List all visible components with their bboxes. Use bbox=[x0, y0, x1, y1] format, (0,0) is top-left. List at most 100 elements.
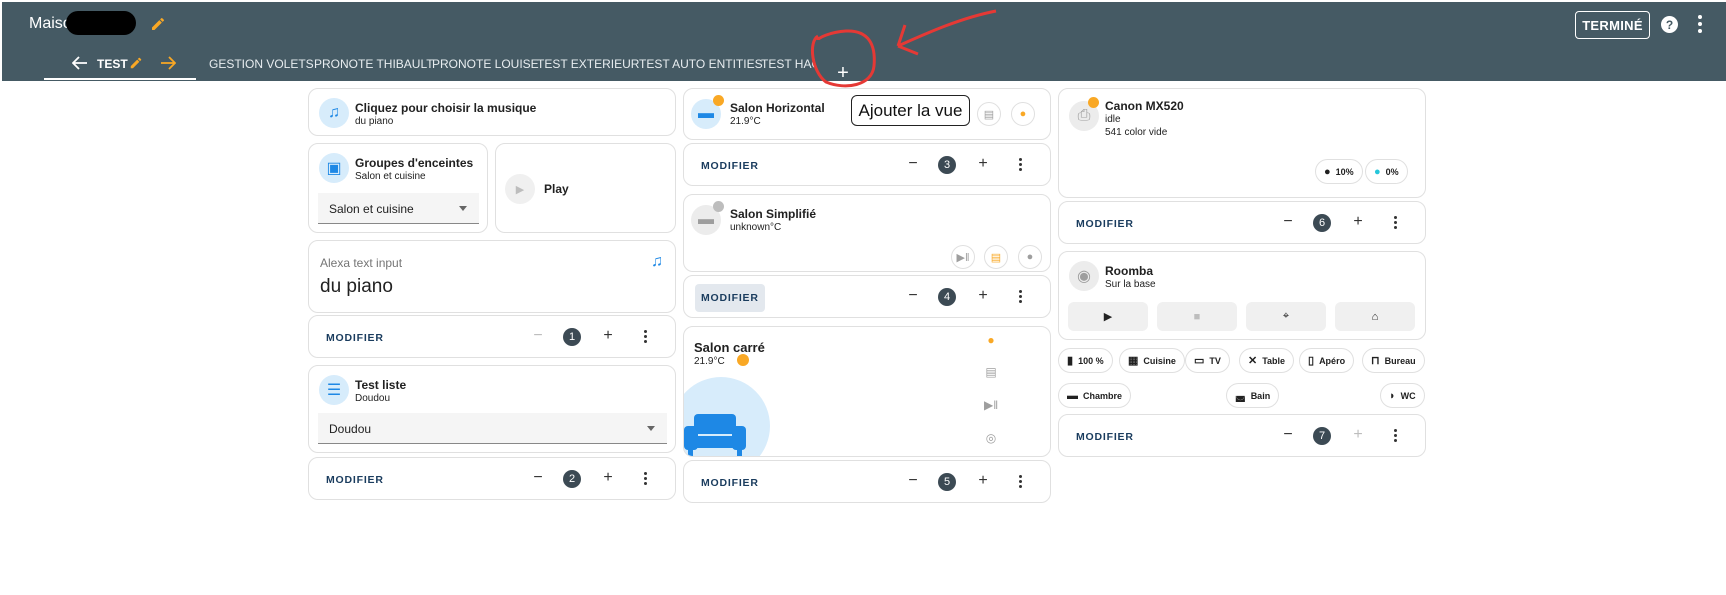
salon-simplifie-title: Salon Simplifié bbox=[730, 207, 817, 221]
printer-state: idle bbox=[1105, 114, 1121, 125]
chip-bureau[interactable]: ⊓ Bureau bbox=[1362, 348, 1425, 373]
chip-chambre[interactable]: ▬ Chambre bbox=[1058, 383, 1132, 408]
speaker-groups-select-value: Salon et cuisine bbox=[329, 202, 414, 216]
ink-cyan-chip[interactable]: ● 0% bbox=[1365, 159, 1408, 184]
decrease-position-button[interactable]: − bbox=[531, 470, 545, 486]
shutter-icon[interactable]: ▤ bbox=[984, 365, 998, 379]
modify-button[interactable]: MODIFIER bbox=[326, 474, 384, 486]
arrow-right-icon[interactable] bbox=[160, 56, 176, 70]
chevron-down-icon bbox=[647, 426, 655, 431]
tab-test[interactable]: TEST bbox=[97, 57, 128, 71]
stop-icon[interactable]: ■ bbox=[1157, 302, 1237, 331]
test-list-select[interactable]: Doudou bbox=[318, 413, 667, 444]
alexa-text-input-card[interactable]: Alexa text input du piano ♫ bbox=[308, 240, 676, 313]
ink-black-chip[interactable]: ● 10% bbox=[1315, 159, 1363, 184]
salon-carre-card[interactable]: Salon carré 21.9°C ● ▤ ▶‖ ◎ bbox=[683, 326, 1051, 457]
lightbulb-icon[interactable]: ● bbox=[984, 333, 998, 347]
card-menu-icon[interactable] bbox=[1019, 158, 1023, 172]
more-options-icon[interactable] bbox=[1696, 13, 1704, 35]
tv-icon: ▭ bbox=[1194, 355, 1205, 367]
card-menu-icon[interactable] bbox=[1019, 290, 1023, 304]
pencil-icon[interactable] bbox=[129, 56, 143, 70]
chip-label: TV bbox=[1209, 355, 1221, 366]
tab-test-exterieur[interactable]: TEST EXTERIEUR bbox=[537, 57, 639, 71]
bath-icon: ◛ bbox=[1235, 390, 1246, 402]
start-icon[interactable]: ▶ bbox=[1068, 302, 1148, 331]
tab-pronote-thibault[interactable]: PRONOTE THIBAULT bbox=[314, 57, 434, 71]
decrease-position-button[interactable]: − bbox=[531, 328, 545, 344]
salon-simplifie-card[interactable]: ▬ Salon Simplifié unknown°C ▶‖ ▤ ● bbox=[683, 194, 1051, 272]
card-menu-icon[interactable] bbox=[644, 330, 648, 344]
speaker-groups-subtitle: Salon et cuisine bbox=[355, 171, 426, 182]
done-button[interactable]: TERMINÉ bbox=[1575, 11, 1650, 39]
status-indicator bbox=[737, 354, 749, 366]
chip-bain[interactable]: ◛ Bain bbox=[1226, 383, 1280, 408]
play-pause-icon[interactable]: ▶‖ bbox=[984, 398, 998, 412]
modify-button[interactable]: MODIFIER bbox=[695, 284, 765, 312]
locate-icon[interactable]: ⌖ bbox=[1246, 302, 1326, 331]
tab-test-auto-entities[interactable]: TEST AUTO ENTITIES bbox=[639, 57, 763, 71]
increase-position-button[interactable]: + bbox=[1351, 214, 1365, 230]
modify-button[interactable]: MODIFIER bbox=[701, 160, 759, 172]
modify-button[interactable]: MODIFIER bbox=[1076, 218, 1134, 230]
alexa-input-value[interactable]: du piano bbox=[320, 276, 393, 298]
chip-table[interactable]: ✕ Table bbox=[1239, 348, 1295, 373]
decrease-position-button[interactable]: − bbox=[906, 288, 920, 304]
list-icon: ☰ bbox=[319, 375, 349, 405]
increase-position-button[interactable]: + bbox=[976, 156, 990, 172]
tab-gestion-volets[interactable]: GESTION VOLETS bbox=[209, 57, 314, 71]
increase-position-button[interactable]: + bbox=[976, 288, 990, 304]
play-pause-icon[interactable]: ▶‖ bbox=[951, 245, 975, 269]
modify-bar-3: MODIFIER − 3 + bbox=[683, 143, 1051, 186]
chip-label: Table bbox=[1262, 355, 1286, 366]
view-tabs: TEST GESTION VOLETS PRONOTE THIBAULT PRO… bbox=[2, 42, 902, 84]
modify-button[interactable]: MODIFIER bbox=[701, 477, 759, 489]
chip-tv[interactable]: ▭ TV bbox=[1185, 348, 1230, 373]
roomba-card[interactable]: ◉ Roomba Sur la base ▶ ■ ⌖ ⌂ bbox=[1058, 251, 1426, 340]
help-icon[interactable]: ? bbox=[1661, 16, 1678, 33]
tab-pronote-louise[interactable]: PRONOTE LOUISE bbox=[432, 57, 539, 71]
card-menu-icon[interactable] bbox=[1394, 216, 1398, 230]
sofa-icon bbox=[684, 414, 746, 456]
card-menu-icon[interactable] bbox=[644, 472, 648, 486]
speaker-group-icon: ▣ bbox=[319, 153, 349, 183]
music-card[interactable]: ♫ Cliquez pour choisir la musique du pia… bbox=[308, 88, 676, 136]
increase-position-button[interactable]: + bbox=[976, 473, 990, 489]
modify-button[interactable]: MODIFIER bbox=[1076, 431, 1134, 443]
chip-label: WC bbox=[1400, 390, 1416, 401]
glass-icon: ▯ bbox=[1308, 355, 1315, 367]
increase-position-button[interactable]: + bbox=[601, 328, 615, 344]
chip-cuisine[interactable]: ▦ Cuisine bbox=[1119, 348, 1185, 373]
pencil-icon[interactable] bbox=[150, 16, 166, 32]
chip-battery[interactable]: ▮ 100 % bbox=[1058, 348, 1113, 373]
printer-subtitle: 541 color vide bbox=[1105, 127, 1168, 138]
status-indicator bbox=[713, 201, 724, 212]
decrease-position-button[interactable]: − bbox=[906, 156, 920, 172]
lightbulb-icon[interactable]: ● bbox=[1018, 245, 1042, 269]
decrease-position-button[interactable]: − bbox=[1281, 427, 1295, 443]
shutter-icon[interactable]: ▤ bbox=[984, 245, 1008, 269]
chip-apero[interactable]: ▯ Apéro bbox=[1299, 348, 1355, 373]
speaker-groups-select[interactable]: Salon et cuisine bbox=[318, 193, 479, 224]
return-home-icon[interactable]: ⌂ bbox=[1335, 302, 1415, 331]
shutter-icon[interactable]: ▤ bbox=[977, 102, 1001, 126]
lightbulb-icon[interactable]: ● bbox=[1011, 102, 1035, 126]
printer-title: Canon MX520 bbox=[1105, 99, 1184, 113]
desk-icon: ⊓ bbox=[1371, 355, 1380, 367]
tab-test-haci[interactable]: TEST HACI bbox=[761, 57, 815, 71]
printer-card[interactable]: ⎙ Canon MX520 idle 541 color vide ● 10% ●… bbox=[1058, 88, 1426, 198]
test-list-subtitle: Doudou bbox=[355, 393, 391, 404]
chip-wc[interactable]: ◗ WC bbox=[1380, 383, 1425, 408]
decrease-position-button[interactable]: − bbox=[906, 473, 920, 489]
increase-position-button[interactable]: + bbox=[1351, 427, 1365, 443]
chip-label: Apéro bbox=[1319, 355, 1346, 366]
card-menu-icon[interactable] bbox=[1019, 475, 1023, 489]
decrease-position-button[interactable]: − bbox=[1281, 214, 1295, 230]
arrow-left-icon[interactable] bbox=[72, 56, 88, 70]
card-menu-icon[interactable] bbox=[1394, 429, 1398, 443]
vacuum-icon[interactable]: ◎ bbox=[984, 431, 998, 445]
play-card[interactable]: ▶ Play bbox=[495, 143, 676, 233]
modify-button[interactable]: MODIFIER bbox=[326, 332, 384, 344]
test-list-title: Test liste bbox=[355, 378, 407, 392]
increase-position-button[interactable]: + bbox=[601, 470, 615, 486]
